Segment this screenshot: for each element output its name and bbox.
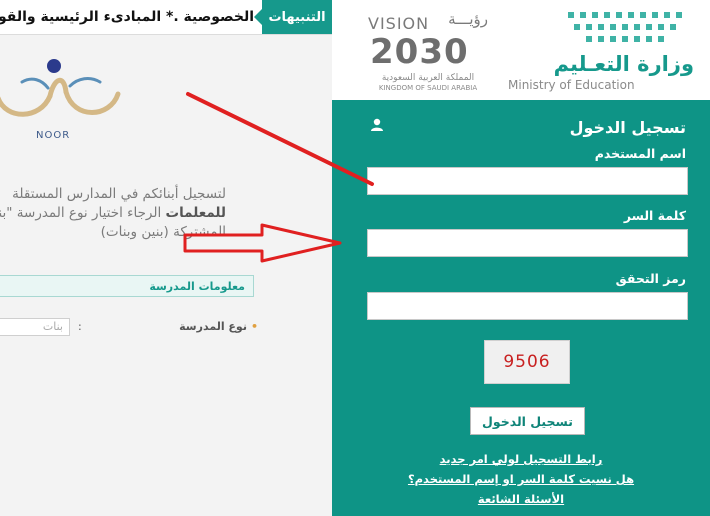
intro-line-2-rest: الرجاء اختيار نوع المدرسة "بنات" (0, 205, 162, 221)
captcha-input[interactable] (367, 292, 688, 320)
username-label: اسم المستخدم (594, 146, 686, 161)
user-icon (371, 118, 383, 131)
noor-logo-label: NOOR (36, 130, 70, 141)
notice-bar: الخصوصية .* المبادىء الرئيسية والقواعد ا… (0, 0, 332, 35)
login-pane: VISION رؤيـــة 2030 المملكة العربية السع… (332, 0, 710, 516)
ministry-name-en: Ministry of Education (508, 78, 635, 92)
forgot-credentials-link[interactable]: هل نسيت كلمة السر او إسم المستخدم؟ (332, 472, 710, 486)
school-type-label: •نوع المدرسة (179, 320, 258, 333)
username-input[interactable] (367, 167, 688, 195)
notice-ticker[interactable]: الخصوصية .* المبادىء الرئيسية والقواعد (0, 0, 254, 34)
vision-number: 2030 (370, 32, 469, 72)
bullet-icon: • (250, 320, 258, 333)
ministry-name-ar: وزارة التعـليم (553, 52, 694, 76)
school-type-label-text: نوع المدرسة (179, 320, 247, 333)
captcha-label: رمز التحقق (615, 271, 686, 286)
notice-tab[interactable]: التنبيهات (254, 0, 332, 34)
intro-line-2: للمعلمات الرجاء اختيار نوع المدرسة "بنات… (0, 204, 226, 223)
faq-link[interactable]: الأسئلة الشائعة (332, 492, 710, 506)
noor-info-pane: الخصوصية .* المبادىء الرئيسية والقواعد ا… (0, 0, 332, 516)
login-panel: تسجيل الدخول اسم المستخدم كلمة السر رمز … (332, 100, 710, 516)
captcha-image: 9506 (484, 340, 570, 384)
noor-logo-graphic: NOOR (0, 59, 121, 141)
vision-label-ar: رؤيـــة (448, 10, 488, 28)
noor-logo: NOOR (0, 56, 132, 146)
password-input[interactable] (367, 229, 688, 257)
ministry-emblem-icon (568, 12, 682, 42)
vision-country-en: KINGDOM OF SAUDI ARABIA (378, 84, 478, 92)
school-info-header: معلومات المدرسة (0, 275, 254, 297)
vision-country-ar: المملكة العربية السعودية (381, 73, 475, 83)
intro-line-1: لتسجيل أبنائكم في المدارس المستقلة (12, 186, 226, 202)
vision-2030-logo: VISION رؤيـــة 2030 المملكة العربية السع… (368, 8, 488, 92)
login-button[interactable]: تسجيل الدخول (470, 407, 585, 435)
password-label: كلمة السر (623, 208, 686, 223)
school-type-select[interactable]: بنات (0, 318, 70, 336)
login-title: تسجيل الدخول (569, 118, 686, 137)
intro-line-3: المشتركة (بنين وبنات) (100, 224, 226, 240)
header-logos: VISION رؤيـــة 2030 المملكة العربية السع… (332, 0, 710, 100)
parent-register-link[interactable]: رابط التسجيل لولي امر جديد (332, 452, 710, 466)
intro-text: لتسجيل أبنائكم في المدارس المستقلة للمعل… (0, 185, 226, 242)
colon: : (78, 320, 82, 333)
intro-bold-word: للمعلمات (165, 205, 226, 221)
ministry-logo: وزارة التعـليم Ministry of Education (508, 8, 698, 96)
